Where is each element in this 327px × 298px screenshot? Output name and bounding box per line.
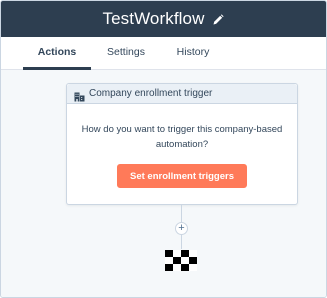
trigger-card-description: How do you want to trigger this company-… [81, 124, 283, 150]
plus-icon[interactable]: + [175, 222, 188, 235]
checkered-flag-icon [165, 250, 197, 271]
flow-connector [181, 204, 182, 222]
set-enrollment-triggers-button[interactable]: Set enrollment triggers [117, 164, 247, 188]
trigger-card-header: Company enrollment trigger [67, 84, 297, 104]
workflow-header: TestWorkflow [1, 1, 326, 37]
tab-actions[interactable]: Actions [23, 37, 91, 69]
building-icon [74, 89, 85, 101]
pencil-icon[interactable] [212, 13, 225, 25]
workflow-title[interactable]: TestWorkflow [103, 9, 205, 29]
tab-bar: Actions Settings History [1, 37, 326, 70]
enrollment-trigger-card[interactable]: Company enrollment trigger How do you wa… [66, 83, 298, 205]
flow-connector [181, 235, 182, 249]
workflow-canvas: Company enrollment trigger How do you wa… [1, 70, 326, 297]
tab-settings[interactable]: Settings [97, 37, 155, 69]
tab-history[interactable]: History [164, 37, 222, 69]
trigger-card-title: Company enrollment trigger [89, 88, 213, 99]
workflow-editor: TestWorkflow Actions Settings History Co… [0, 0, 327, 298]
